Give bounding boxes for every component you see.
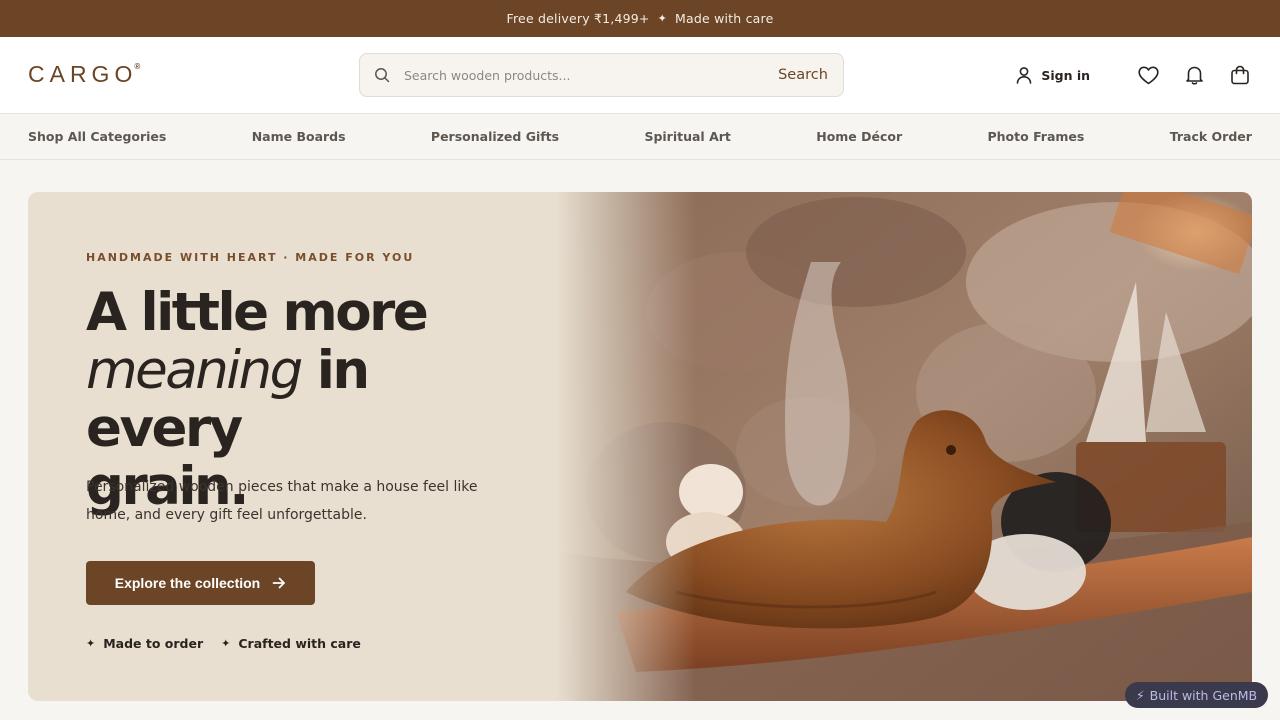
headline-italic: meaning [86, 340, 303, 401]
logo-mark: ® [134, 62, 141, 72]
nav-personalized-gifts[interactable]: Personalized Gifts [431, 129, 559, 144]
hero-features: ✦ Made to order ✦ Crafted with care [86, 636, 379, 651]
sparkle-icon: ✦ [86, 637, 96, 650]
bag-icon[interactable] [1228, 63, 1252, 87]
sign-in-label: Sign in [1041, 67, 1090, 83]
feature-item: ✦ Made to order [86, 636, 203, 651]
announcement-bar: Free delivery ₹1,499+ ✦ Made with care [0, 0, 1280, 37]
cta-label: Explore the collection [114, 575, 261, 591]
search-button[interactable]: Search [763, 53, 843, 97]
header-actions: Sign in [1015, 63, 1252, 87]
hero-banner: HANDMADE WITH HEART · MADE FOR YOU A lit… [28, 192, 1252, 701]
feature-item: ✦ Crafted with care [221, 636, 361, 651]
headline-line-1: A little more [86, 282, 429, 343]
logo[interactable]: CARGO® [28, 61, 143, 88]
category-nav: Shop All Categories Name Boards Personal… [0, 114, 1280, 160]
bolt-icon: ⚡ [1135, 687, 1145, 703]
badge-label: Built with GenMB [1149, 687, 1258, 703]
user-icon [1017, 67, 1032, 84]
built-with-badge[interactable]: ⚡ Built with GenMB [1125, 682, 1268, 708]
nav-photo-frames[interactable]: Photo Frames [988, 129, 1085, 144]
announcement-care: Made with care [675, 11, 774, 26]
logo-text: CARGO [28, 61, 138, 87]
announcement-separator: ✦ [657, 12, 668, 25]
hero-eyebrow: HANDMADE WITH HEART · MADE FOR YOU [86, 251, 415, 264]
nav-home-decor[interactable]: Home Décor [816, 129, 902, 144]
feature-crafted-with-care: Crafted with care [238, 636, 361, 651]
sparkle-icon: ✦ [221, 637, 231, 650]
nav-shop-all[interactable]: Shop All Categories [28, 129, 166, 144]
bell-icon[interactable] [1182, 63, 1206, 87]
site-header: CARGO® Search Sign in [0, 37, 1280, 114]
hero-subtext: Personalized wooden pieces that make a h… [86, 479, 478, 523]
nav-spiritual-art[interactable]: Spiritual Art [644, 129, 730, 144]
nav-name-boards[interactable]: Name Boards [252, 129, 346, 144]
nav-track-order[interactable]: Track Order [1170, 129, 1252, 144]
hero-image-wooden-duck [556, 192, 1252, 701]
announcement-delivery: Free delivery ₹1,499+ [506, 11, 650, 26]
explore-collection-button[interactable]: Explore the collection [86, 561, 315, 605]
feature-made-to-order: Made to order [103, 636, 204, 651]
search-bar: Search [359, 53, 844, 97]
sign-in-link[interactable]: Sign in [1015, 66, 1090, 84]
search-icon[interactable] [360, 53, 404, 97]
arrow-right-icon [272, 577, 286, 589]
heart-icon[interactable] [1136, 63, 1160, 87]
search-input[interactable] [404, 67, 763, 83]
